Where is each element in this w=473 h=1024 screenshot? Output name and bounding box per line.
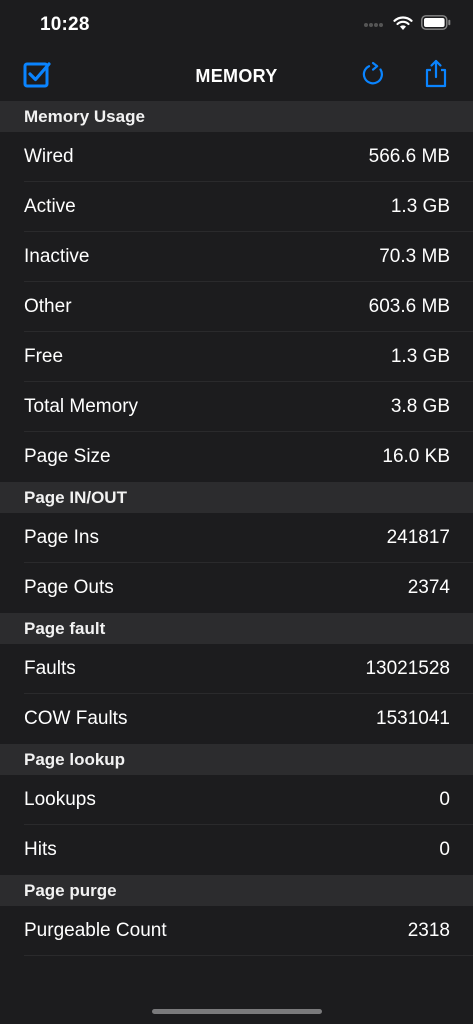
status-icons (363, 15, 451, 35)
row-label: Faults (24, 658, 76, 679)
row-value: 2374 (407, 577, 450, 598)
list-item: Other 603.6 MB (0, 282, 473, 332)
row-value: 1.3 GB (390, 346, 450, 367)
list-item: COW Faults 1531041 (0, 694, 473, 744)
row-value: 3.8 GB (390, 396, 450, 417)
section-header-memory-usage: Memory Usage (0, 101, 473, 132)
page-title: MEMORY (195, 66, 278, 86)
row-label: Inactive (24, 246, 90, 267)
battery-icon (421, 15, 451, 35)
row-label: Free (24, 346, 64, 367)
row-value: 0 (439, 839, 450, 860)
wifi-icon (393, 15, 413, 36)
row-value: 566.6 MB (368, 146, 450, 167)
row-label: Page Outs (24, 577, 114, 598)
memory-stats-list[interactable]: Memory Usage Wired 566.6 MB Active 1.3 G… (0, 101, 473, 989)
refresh-icon (360, 60, 388, 93)
row-label: Page Ins (24, 527, 99, 548)
list-item: Inactive 70.3 MB (0, 232, 473, 282)
row-value: 1.3 GB (390, 196, 450, 217)
row-label: Hits (24, 839, 57, 860)
section-header-page-in-out: Page IN/OUT (0, 482, 473, 513)
row-label: Total Memory (24, 396, 139, 417)
row-label: Lookups (24, 789, 96, 810)
row-value: 1531041 (376, 708, 450, 729)
row-value: 13021528 (365, 658, 450, 679)
row-label: Purgeable Count (24, 920, 167, 941)
share-button[interactable] (420, 59, 452, 94)
row-label: COW Faults (24, 708, 128, 729)
row-value: 2318 (407, 920, 450, 941)
status-bar: 10:28 (0, 0, 473, 52)
row-value: 16.0 KB (382, 446, 450, 467)
row-label: Other (24, 296, 72, 317)
row-label: Page Size (24, 446, 111, 467)
list-item: Active 1.3 GB (0, 182, 473, 232)
list-item: Page Size 16.0 KB (0, 432, 473, 482)
list-item: Lookups 0 (0, 775, 473, 825)
share-icon (422, 59, 450, 94)
list-item: Faults 13021528 (0, 644, 473, 694)
row-value: 70.3 MB (379, 246, 450, 267)
row-value: 0 (439, 789, 450, 810)
row-label: Wired (24, 146, 74, 167)
section-header-page-lookup: Page lookup (0, 744, 473, 775)
home-indicator[interactable] (152, 1009, 322, 1014)
list-item: Purgeable Count 2318 (0, 906, 473, 956)
section-header-page-purge: Page purge (0, 875, 473, 906)
list-item: Page Outs 2374 (0, 563, 473, 613)
refresh-button[interactable] (358, 60, 390, 92)
row-label: Active (24, 196, 76, 217)
list-item: Page Ins 241817 (0, 513, 473, 563)
list-item: Total Memory 3.8 GB (0, 382, 473, 432)
cellular-signal-icon (363, 16, 385, 34)
row-value: 603.6 MB (368, 296, 450, 317)
row-value: 241817 (386, 527, 450, 548)
list-item: Hits 0 (0, 825, 473, 875)
navigation-bar: MEMORY (0, 52, 473, 100)
status-time: 10:28 (40, 14, 90, 35)
section-header-page-fault: Page fault (0, 613, 473, 644)
list-item: Wired 566.6 MB (0, 132, 473, 182)
list-item: Free 1.3 GB (0, 332, 473, 382)
